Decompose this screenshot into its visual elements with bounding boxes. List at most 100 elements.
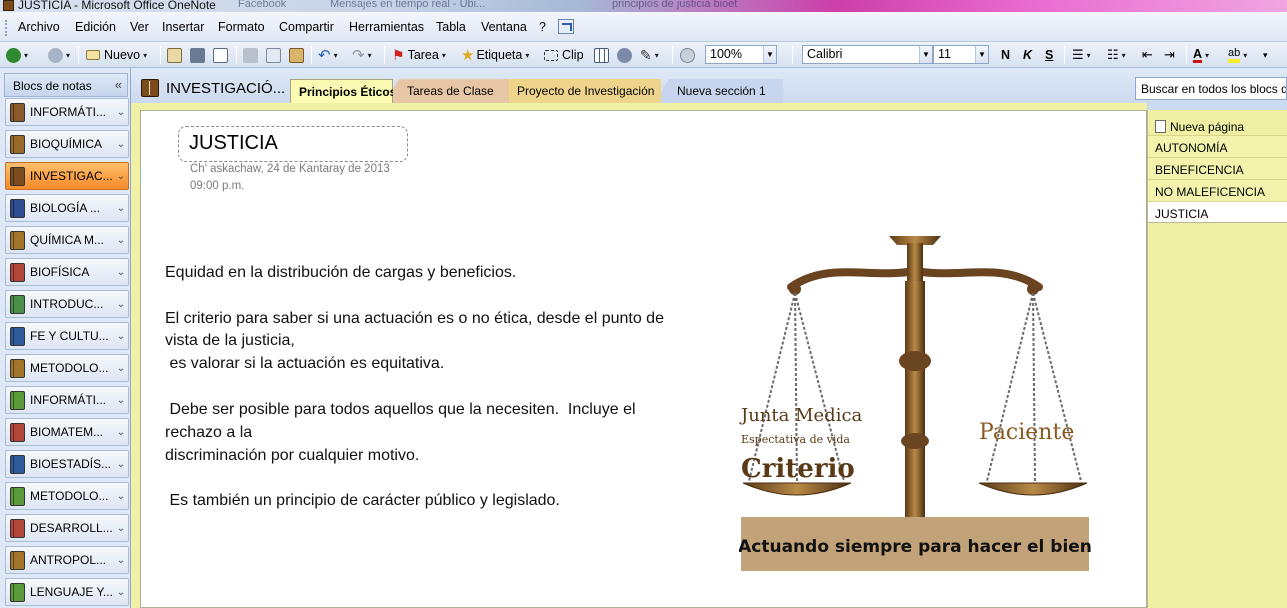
notebook-item[interactable]: INFORMÁTI... ⌄ xyxy=(5,386,129,414)
chevron-down-icon[interactable]: ⌄ xyxy=(114,203,128,214)
italic-button[interactable]: K xyxy=(1023,45,1032,65)
menu-compartir[interactable]: Compartir xyxy=(279,20,334,34)
note-text-line[interactable]: Es también un principio de carácter públ… xyxy=(165,492,559,510)
page-tab-justicia[interactable]: JUSTICIA xyxy=(1148,201,1287,223)
chevron-down-icon[interactable]: ⌄ xyxy=(114,459,128,470)
decrease-indent-button[interactable]: ⇤ xyxy=(1142,45,1153,65)
page-title[interactable]: JUSTICIA xyxy=(189,132,278,155)
highlight-button[interactable]: ab ▾ xyxy=(1228,45,1247,65)
note-text-line[interactable]: Debe ser posible para todos aquellos que… xyxy=(165,401,635,419)
task-button[interactable]: ⚑ Tarea ▾ xyxy=(392,45,446,65)
notebook-item[interactable]: INFORMÁTI... ⌄ xyxy=(5,98,129,126)
print-preview-button[interactable] xyxy=(213,45,228,65)
tab-proyecto-de-investigacion[interactable]: Proyecto de Investigación xyxy=(495,79,661,103)
new-page-button[interactable]: Nueva página xyxy=(1148,113,1287,135)
menu-grip[interactable] xyxy=(5,20,8,36)
notebook-item[interactable]: BIOESTADÍS... ⌄ xyxy=(5,450,129,478)
collapse-icon[interactable]: « xyxy=(115,77,122,92)
notebook-item[interactable]: QUÍMICA M... ⌄ xyxy=(5,226,129,254)
email-button[interactable] xyxy=(167,45,182,65)
notebook-item[interactable]: INVESTIGAC... ⌄ xyxy=(5,162,129,190)
cut-button[interactable] xyxy=(243,45,258,65)
note-text-line[interactable]: es valorar si la actuación es equitativa… xyxy=(165,355,444,373)
menu-herramientas[interactable]: Herramientas xyxy=(349,20,424,34)
chevron-down-icon[interactable]: ⌄ xyxy=(114,523,128,534)
font-size-select[interactable]: 11 ▼ xyxy=(933,45,989,64)
current-notebook[interactable]: INVESTIGACIÓ... xyxy=(141,79,285,97)
menu-help[interactable]: ? xyxy=(539,20,546,34)
chevron-down-icon[interactable]: ⌄ xyxy=(114,107,128,118)
undo-button[interactable]: ↶ ▾ xyxy=(318,45,338,65)
font-color-button[interactable]: A ▾ xyxy=(1193,45,1209,65)
chevron-down-icon[interactable]: ⌄ xyxy=(114,491,128,502)
bullets-button[interactable]: ☰ ▾ xyxy=(1072,45,1091,65)
chevron-down-icon[interactable]: ⌄ xyxy=(114,299,128,310)
page-tab-no-maleficencia[interactable]: NO MALEFICENCIA xyxy=(1148,179,1287,201)
menu-insertar[interactable]: Insertar xyxy=(162,20,204,34)
menu-edicion[interactable]: Edición xyxy=(75,20,116,34)
note-page[interactable]: JUSTICIA Ch' askachaw, 24 de Kantaray de… xyxy=(140,110,1147,608)
toolbar-options-button[interactable]: ▾ xyxy=(1263,45,1268,65)
print-button[interactable] xyxy=(190,45,205,65)
notebook-item[interactable]: DESARROLL... ⌄ xyxy=(5,514,129,542)
note-text-line[interactable]: vista de la justicia, xyxy=(165,332,295,350)
chevron-down-icon[interactable]: ⌄ xyxy=(114,555,128,566)
tab-tareas-de-clase[interactable]: Tareas de Clase xyxy=(385,79,509,103)
notebook-item[interactable]: LENGUAJE Y... ⌄ xyxy=(5,578,129,606)
redo-button[interactable]: ↷ ▾ xyxy=(352,45,372,65)
notebook-item[interactable]: BIOLOGÍA ... ⌄ xyxy=(5,194,129,222)
notebook-item[interactable]: ANTROPOL... ⌄ xyxy=(5,546,129,574)
note-text-line[interactable]: El criterio para saber si una actuación … xyxy=(165,310,664,328)
back-button[interactable]: ▾ xyxy=(6,45,28,65)
menu-ver[interactable]: Ver xyxy=(130,20,149,34)
menu-archivo[interactable]: Archivo xyxy=(18,20,60,34)
tab-nueva-seccion-1[interactable]: Nueva sección 1 xyxy=(655,79,783,103)
notebook-item[interactable]: BIOFÍSICA ⌄ xyxy=(5,258,129,286)
chevron-down-icon[interactable]: ⌄ xyxy=(114,139,128,150)
chevron-down-icon[interactable]: ⌄ xyxy=(114,427,128,438)
chevron-down-icon[interactable]: ▼ xyxy=(975,46,988,63)
chevron-down-icon[interactable]: ⌄ xyxy=(114,395,128,406)
increase-indent-button[interactable]: ⇥ xyxy=(1164,45,1175,65)
notebook-item[interactable]: BIOMATEM... ⌄ xyxy=(5,418,129,446)
restore-window-icon[interactable] xyxy=(558,19,574,34)
menu-ventana[interactable]: Ventana xyxy=(481,20,527,34)
note-text-line[interactable]: discriminación por cualquier motivo. xyxy=(165,447,419,465)
chevron-down-icon[interactable]: ⌄ xyxy=(114,267,128,278)
search-input[interactable]: Buscar en todos los blocs de notas xyxy=(1135,77,1287,100)
page-tab-autonomia[interactable]: AUTONOMÍA xyxy=(1148,135,1287,157)
scales-of-justice-image[interactable]: Junta Medica Espectativa de vida Criteri… xyxy=(739,231,1091,571)
note-text-line[interactable]: rechazo a la xyxy=(165,424,252,442)
chevron-down-icon[interactable]: ⌄ xyxy=(114,235,128,246)
menu-formato[interactable]: Formato xyxy=(218,20,265,34)
tag-button[interactable]: ★ Etiqueta ▾ xyxy=(461,45,529,65)
numbering-button[interactable]: ☷ ▾ xyxy=(1107,45,1126,65)
copy-button[interactable] xyxy=(266,45,281,65)
paste-button[interactable] xyxy=(289,45,304,65)
notebook-item[interactable]: FE Y CULTU... ⌄ xyxy=(5,322,129,350)
research-button[interactable] xyxy=(617,45,632,65)
chevron-down-icon[interactable]: ⌄ xyxy=(114,171,128,182)
new-button[interactable]: Nuevo ▾ xyxy=(86,45,147,65)
menu-tabla[interactable]: Tabla xyxy=(436,20,466,34)
notebook-item[interactable]: METODOLO... ⌄ xyxy=(5,482,129,510)
pen-button[interactable]: ✎ ▾ xyxy=(640,45,659,65)
zoom-select[interactable]: 100% ▼ xyxy=(705,45,777,64)
tab-principios-eticos[interactable]: Principios Éticos xyxy=(290,79,393,103)
chevron-down-icon[interactable]: ⌄ xyxy=(114,363,128,374)
underline-button[interactable]: S xyxy=(1045,45,1053,65)
font-select[interactable]: Calibri ▼ xyxy=(802,45,933,64)
chevron-down-icon[interactable]: ⌄ xyxy=(114,587,128,598)
chevron-down-icon[interactable]: ⌄ xyxy=(114,331,128,342)
note-text-line[interactable]: Equidad en la distribución de cargas y b… xyxy=(165,264,516,282)
notebook-item[interactable]: BIOQUÍMICA ⌄ xyxy=(5,130,129,158)
notebook-item[interactable]: INTRODUC... ⌄ xyxy=(5,290,129,318)
table-button[interactable] xyxy=(594,45,609,65)
chevron-down-icon[interactable]: ▼ xyxy=(919,46,932,63)
web-button[interactable] xyxy=(680,45,695,65)
clip-button[interactable]: Clip xyxy=(544,45,584,65)
forward-button[interactable]: ▾ xyxy=(48,45,70,65)
page-tab-beneficencia[interactable]: BENEFICENCIA xyxy=(1148,157,1287,179)
bold-button[interactable]: N xyxy=(1001,45,1010,65)
chevron-down-icon[interactable]: ▼ xyxy=(763,46,776,63)
